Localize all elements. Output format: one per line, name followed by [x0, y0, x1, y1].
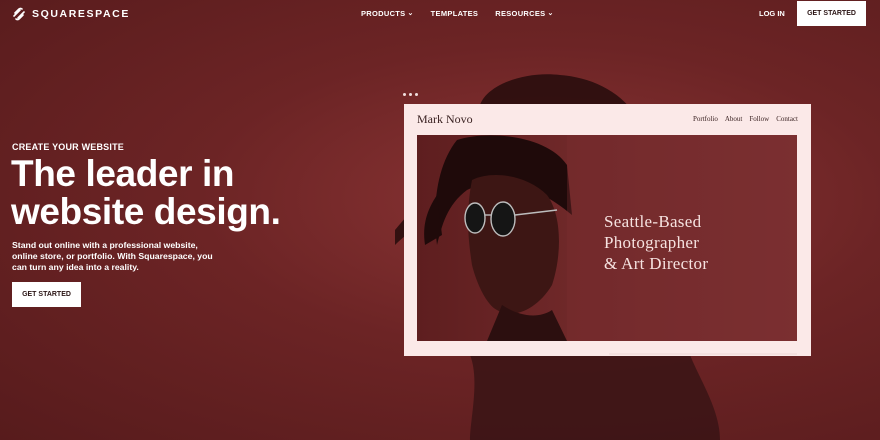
chevron-down-icon: ⌄ [407, 9, 414, 17]
template-preview: Mark Novo Portfolio About Follow Contact [404, 104, 811, 356]
preview-scrollbar[interactable] [609, 353, 797, 355]
brand-name: SQUARESPACE [32, 8, 130, 20]
nav-resources-label: RESOURCES [495, 9, 546, 18]
squarespace-logo-icon [13, 7, 25, 21]
preview-hero-photo: Seattle-Based Photographer & Art Directo… [417, 135, 797, 341]
preview-nav-portfolio[interactable]: Portfolio [693, 115, 718, 123]
top-nav: SQUARESPACE PRODUCTS ⌄ TEMPLATES RESOURC… [0, 0, 880, 28]
get-started-hero-button[interactable]: GET STARTED [12, 282, 81, 307]
nav-templates-label: TEMPLATES [430, 9, 479, 18]
window-dots [403, 93, 418, 96]
get-started-nav-button[interactable]: GET STARTED [797, 1, 866, 26]
hero-eyebrow: CREATE YOUR WEBSITE [12, 142, 124, 152]
nav-products[interactable]: PRODUCTS ⌄ [361, 9, 414, 18]
tagline-line: Photographer [604, 233, 700, 252]
preview-tagline: Seattle-Based Photographer & Art Directo… [604, 211, 774, 274]
preview-nav: Portfolio About Follow Contact [693, 115, 798, 123]
login-link[interactable]: LOG IN [759, 9, 785, 18]
window-dot [409, 93, 412, 96]
window-dot [415, 93, 418, 96]
window-dot [403, 93, 406, 96]
preview-nav-follow[interactable]: Follow [749, 115, 769, 123]
nav-templates[interactable]: TEMPLATES [431, 9, 479, 18]
tagline-line: Seattle-Based [604, 212, 702, 231]
nav-resources[interactable]: RESOURCES ⌄ [495, 9, 553, 18]
tagline-line: & Art Director [604, 254, 709, 273]
preview-site-title: Mark Novo [417, 112, 473, 126]
chevron-down-icon: ⌄ [547, 9, 554, 17]
preview-nav-about[interactable]: About [725, 115, 743, 123]
nav-products-label: PRODUCTS [361, 9, 406, 18]
preview-nav-contact[interactable]: Contact [776, 115, 798, 123]
hero-body: Stand out online with a professional web… [12, 240, 213, 272]
brand-logo[interactable]: SQUARESPACE [12, 7, 130, 21]
hero-headline: The leader in website design. [11, 153, 281, 232]
primary-nav: PRODUCTS ⌄ TEMPLATES RESOURCES ⌄ [361, 9, 554, 18]
